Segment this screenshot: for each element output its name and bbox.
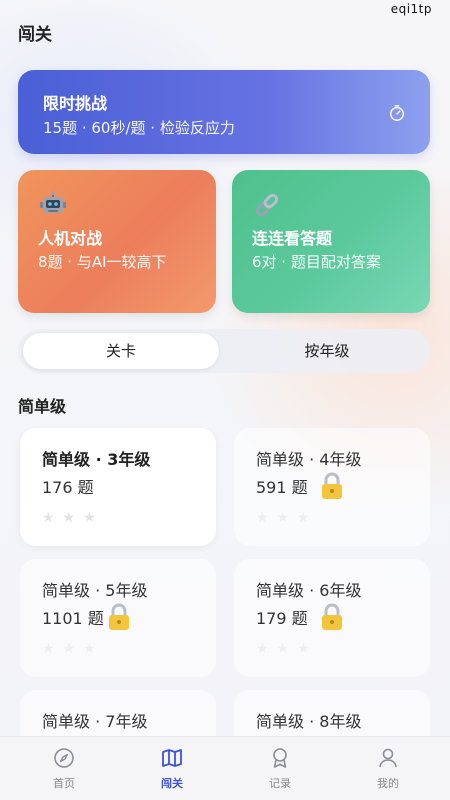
tab-levels[interactable]: 关卡 (23, 333, 219, 369)
level-card[interactable]: 简单级 · 3年级 176 题 ★★★ (20, 428, 216, 546)
segmented-control: 关卡 按年级 (18, 329, 430, 373)
watermark-text: eqi1tp (390, 2, 432, 16)
level-stars: ★★★ (42, 641, 104, 657)
stopwatch-icon (389, 105, 405, 121)
robot-battle-subtitle: 8题 · 与AI一较高下 (38, 253, 167, 271)
level-question-count: 1101 题 (42, 609, 104, 628)
tabbar-label-records: 记录 (269, 777, 291, 790)
level-card[interactable]: 简单级 · 6年级 179 题 ★★★ (234, 559, 430, 677)
level-stars: ★★★ (256, 510, 318, 526)
bottom-tab-bar: 首页 闯关 记录 我的 (0, 736, 450, 800)
lock-icon (109, 603, 129, 630)
award-icon (273, 748, 287, 768)
tab-by-grade[interactable]: 按年级 (229, 333, 425, 369)
level-name: 简单级 · 8年级 (256, 712, 362, 731)
level-name: 简单级 · 7年级 (42, 712, 148, 731)
tabbar-label-levels: 闯关 (161, 777, 183, 790)
compass-icon (54, 748, 74, 768)
tabbar-item-levels[interactable]: 闯关 (116, 737, 228, 800)
level-stars: ★★★ (42, 510, 104, 526)
match-answers-title: 连连看答题 (252, 229, 333, 248)
tabbar-label-mine: 我的 (377, 777, 399, 790)
level-stars: ★★★ (256, 641, 318, 657)
user-icon (379, 748, 397, 768)
match-answers-subtitle: 6对 · 题目配对答案 (252, 253, 381, 271)
level-question-count: 591 题 (256, 478, 308, 497)
level-card[interactable]: 简单级 · 4年级 591 题 ★★★ (234, 428, 430, 546)
robot-battle-title: 人机对战 (38, 229, 103, 248)
level-name: 简单级 · 3年级 (42, 450, 151, 469)
section-title: 简单级 (18, 397, 67, 416)
lock-icon (322, 603, 342, 630)
tabbar-item-mine[interactable]: 我的 (332, 737, 444, 800)
robot-battle-card[interactable]: 人机对战 8题 · 与AI一较高下 (18, 170, 216, 313)
level-question-count: 179 题 (256, 609, 308, 628)
level-card[interactable]: 简单级 · 5年级 1101 题 ★★★ (20, 559, 216, 677)
tabbar-item-home[interactable]: 首页 (8, 737, 120, 800)
link-icon (255, 193, 279, 217)
level-name: 简单级 · 5年级 (42, 581, 148, 600)
robot-icon (40, 191, 66, 213)
timed-challenge-subtitle: 15题 · 60秒/题 · 检验反应力 (43, 119, 235, 137)
level-name: 简单级 · 4年级 (256, 450, 362, 469)
timed-challenge-card[interactable]: 限时挑战 15题 · 60秒/题 · 检验反应力 (18, 70, 430, 154)
tabbar-item-records[interactable]: 记录 (224, 737, 336, 800)
tabbar-label-home: 首页 (53, 777, 75, 790)
match-answers-card[interactable]: 连连看答题 6对 · 题目配对答案 (232, 170, 430, 313)
level-name: 简单级 · 6年级 (256, 581, 362, 600)
map-icon (162, 749, 182, 767)
lock-icon (322, 472, 342, 499)
app-screen: eqi1tp 闯关 限时挑战 15题 · 60秒/题 · 检验反应力 人机对战 … (0, 0, 450, 800)
page-title: 闯关 (18, 25, 52, 45)
timed-challenge-title: 限时挑战 (43, 94, 108, 113)
level-question-count: 176 题 (42, 478, 94, 497)
